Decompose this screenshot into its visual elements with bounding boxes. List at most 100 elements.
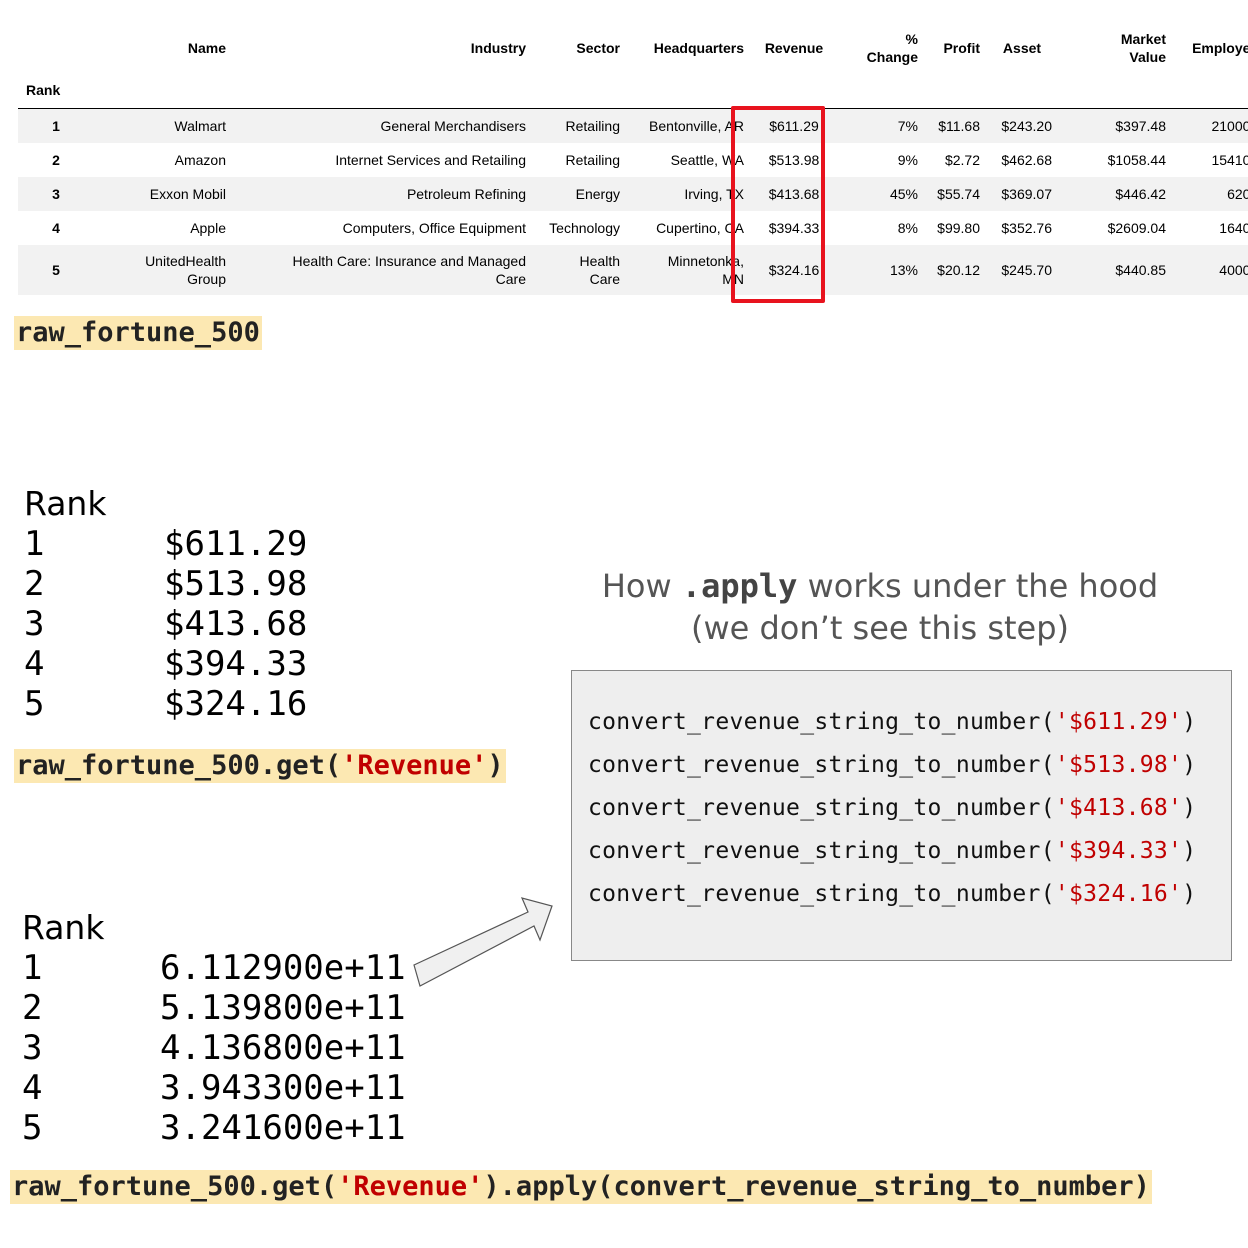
cell-sector: Health Care	[534, 245, 628, 295]
row-index: 3	[52, 185, 60, 202]
cell-industry: Internet Services and Retailing	[335, 151, 526, 168]
series-value: $324.16	[164, 684, 308, 724]
function-close: )	[1182, 795, 1197, 821]
series-row: 2 $513.98	[24, 564, 307, 604]
cell-pct-change: 7%	[897, 117, 918, 134]
function-close: )	[1182, 752, 1197, 778]
series-value: 6.112900e+11	[160, 948, 406, 988]
cell-name: Exxon Mobil	[149, 185, 226, 202]
cell-name-line-1: UnitedHealth	[145, 252, 226, 269]
series-index: 1	[22, 948, 43, 988]
column-header-row: Name Industry Sector Headquarters Revenu…	[18, 24, 1248, 72]
cell-asset: $352.76	[1001, 219, 1052, 236]
function-close: )	[1182, 709, 1197, 735]
apply-caption-prefix: raw_fortune_500.get(	[12, 1171, 338, 1202]
cell-market-value: $1058.44	[1107, 151, 1166, 168]
cell-name: UnitedHealth Group	[98, 245, 234, 295]
row-index: 1	[52, 117, 60, 134]
function-name: convert_revenue_string_to_number(	[588, 838, 1055, 864]
cell-profit: $2.72	[944, 151, 980, 168]
table-row: 5 UnitedHealth Group Health Care: Insuran…	[18, 244, 1248, 295]
table-row: 3 Exxon Mobil Petroleum Refining Energy …	[18, 176, 1248, 211]
cell-industry: Computers, Office Equipment	[342, 219, 526, 236]
dataframe-caption: raw_fortune_500	[14, 316, 262, 350]
function-close: )	[1182, 881, 1197, 907]
cell-pct-change: 8%	[897, 219, 918, 236]
apply-caption: raw_fortune_500.get('Revenue').apply(con…	[10, 1170, 1152, 1204]
cell-industry: General Merchandisers	[380, 117, 526, 134]
table-row: 4 Apple Computers, Office Equipment Tech…	[18, 211, 1248, 245]
series-row: 1 $611.29	[24, 524, 307, 564]
column-header-revenue: Revenue	[764, 40, 824, 56]
cell-employees: 2100000	[1211, 117, 1248, 134]
revenue-string-series: Rank 1 $611.29 2 $513.98 3 $413.68 4 $394.33…	[24, 484, 307, 724]
cell-market-value: $440.85	[1115, 261, 1166, 278]
cell-profit: $20.12	[937, 261, 980, 278]
get-caption-prefix: raw_fortune_500.get(	[16, 750, 342, 781]
series-index: 3	[24, 604, 45, 644]
market-value-line-2: Value	[1129, 49, 1166, 65]
fortune-500-dataframe: Name Industry Sector Headquarters Revenu…	[18, 24, 1248, 295]
series-value: $413.68	[164, 604, 308, 644]
cell-name-line-2: Group	[187, 270, 226, 287]
get-caption-suffix: )	[487, 750, 504, 781]
row-index: 4	[52, 219, 60, 236]
title-keyword: .apply	[681, 567, 798, 605]
cell-employees: 400000	[1219, 261, 1248, 278]
column-header-headquarters: Headquarters	[653, 40, 744, 56]
function-arg: '$324.16'	[1054, 881, 1183, 907]
cell-name: Amazon	[174, 151, 226, 168]
explanation-title-line: How .apply works under the hood	[570, 565, 1190, 607]
cell-pct-change: 45%	[889, 185, 918, 202]
series-row: 4 $394.33	[24, 644, 307, 684]
cell-asset: $462.68	[1001, 151, 1052, 168]
cell-industry-line-2: Care	[495, 270, 526, 287]
apply-caption-arg: 'Revenue'	[337, 1171, 484, 1202]
cell-asset: $369.07	[1001, 185, 1052, 202]
column-header-industry: Industry	[470, 40, 526, 56]
dataframe-caption-text: raw_fortune_500	[16, 317, 260, 348]
cell-industry: Health Care: Insurance and Managed Care	[234, 245, 534, 295]
column-header-pct-change: % Change	[840, 24, 926, 72]
apply-explanation-title: How .apply works under the hood (we don’…	[570, 565, 1190, 649]
series-index: 5	[24, 684, 45, 724]
cell-employees: 164000	[1219, 219, 1248, 236]
title-suffix: works under the hood	[797, 567, 1159, 605]
cell-name: Apple	[190, 219, 226, 236]
series-row: 4 3.943300e+11	[22, 1068, 406, 1108]
series-index: 2	[24, 564, 45, 604]
function-call: convert_revenue_string_to_number('$513.9…	[588, 752, 1196, 778]
function-calls-box: convert_revenue_string_to_number('$611.2…	[571, 670, 1232, 961]
function-arg: '$394.33'	[1054, 838, 1183, 864]
series-value: 3.943300e+11	[160, 1068, 406, 1108]
cell-industry: Petroleum Refining	[406, 185, 526, 202]
cell-market-value: $397.48	[1115, 117, 1166, 134]
cell-employees: 1541000	[1211, 151, 1248, 168]
table-row: 2 Amazon Internet Services and Retailing…	[18, 143, 1248, 177]
cell-profit: $11.68	[938, 117, 980, 134]
revenue-number-series: Rank 1 6.112900e+11 2 5.139800e+11 3 4.1368…	[22, 908, 406, 1148]
function-arg: '$513.98'	[1054, 752, 1183, 778]
cell-profit: $99.80	[937, 219, 980, 236]
series-index-label: Rank	[24, 484, 107, 523]
column-header-employees: Employees	[1192, 40, 1248, 56]
cell-name: Walmart	[174, 117, 226, 134]
function-name: convert_revenue_string_to_number(	[588, 795, 1055, 821]
cell-sector-line-2: Care	[589, 270, 620, 287]
series-value: $394.33	[164, 644, 308, 684]
function-name: convert_revenue_string_to_number(	[588, 752, 1055, 778]
arrow-icon	[413, 897, 553, 987]
function-call: convert_revenue_string_to_number('$394.3…	[588, 838, 1196, 864]
pct-change-line-1: %	[905, 31, 918, 47]
series-index-label: Rank	[22, 908, 105, 947]
function-call: convert_revenue_string_to_number('$324.1…	[588, 881, 1196, 907]
series-index: 5	[22, 1108, 43, 1148]
cell-sector: Retailing	[565, 151, 620, 168]
cell-asset: $245.70	[1001, 261, 1052, 278]
series-value: $611.29	[164, 524, 308, 564]
function-name: convert_revenue_string_to_number(	[588, 709, 1055, 735]
apply-caption-suffix: ).apply(convert_revenue_string_to_number…	[483, 1171, 1150, 1202]
get-revenue-caption: raw_fortune_500.get('Revenue')	[14, 749, 506, 783]
explanation-subtitle: (we don’t see this step)	[690, 609, 1070, 647]
title-prefix: How	[601, 567, 682, 605]
